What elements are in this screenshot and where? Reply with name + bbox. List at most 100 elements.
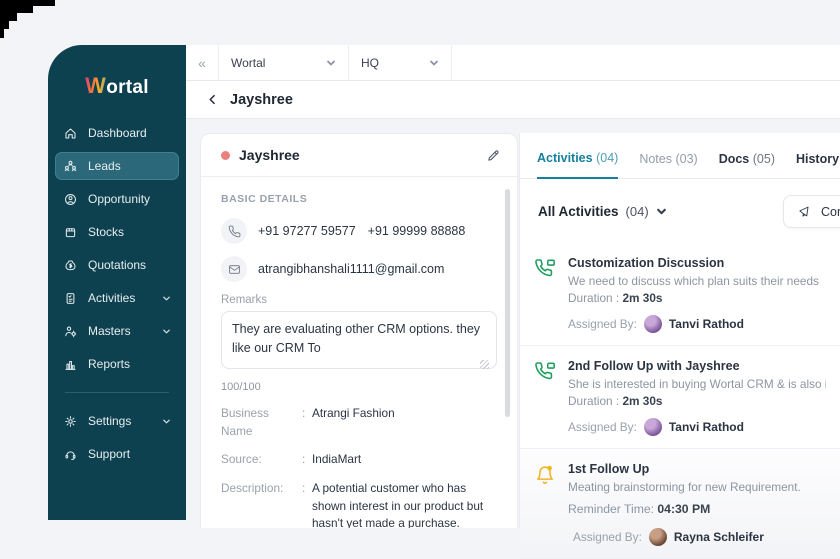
sidebar-item-label: Dashboard	[88, 126, 147, 140]
topbar: « Wortal HQ	[186, 45, 840, 81]
tab-count: (03)	[675, 152, 698, 166]
assignee-name: Tanvi Rathod	[668, 420, 744, 434]
activity-description: We need to discuss which plan suits thei…	[568, 274, 819, 288]
assigned-row: Assigned By: Rayna Schleifer	[573, 528, 826, 546]
tab-docs[interactable]: Docs (05)	[719, 152, 775, 178]
chevron-down-icon	[656, 208, 666, 214]
pencil-icon	[488, 149, 499, 161]
resize-handle[interactable]	[480, 360, 489, 369]
tab-label: Docs	[718, 152, 750, 166]
call-icon	[534, 361, 556, 383]
wortal-logo: Wortal	[48, 73, 186, 99]
basic-details-heading: BASIC DETAILS	[221, 193, 308, 205]
contact-name: Jayshree	[239, 147, 300, 163]
edit-contact-button[interactable]	[486, 148, 501, 163]
workspace-select[interactable]: Wortal	[219, 45, 349, 80]
sidebar-item-label: Masters	[88, 324, 131, 338]
lead-status-dot	[221, 150, 230, 160]
activity-meta: Reminder Time: 04:30 PM	[568, 502, 826, 516]
filter-label: All Activities	[538, 203, 619, 219]
sidebar-item-dashboard[interactable]: Dashboard	[55, 119, 179, 147]
sidebar-divider	[65, 392, 169, 393]
branch-select[interactable]: HQ	[349, 45, 452, 80]
meta-value: 2m 30s	[622, 394, 663, 408]
reports-icon	[65, 360, 76, 370]
leads-icon	[64, 160, 77, 171]
tab-activities[interactable]: Activities (04)	[537, 151, 619, 179]
tab-history[interactable]: History (04)	[796, 152, 840, 178]
activity-meta: Duration : 2m 30s	[568, 394, 826, 408]
assigned-row: Assigned By: Tanvi Rathod	[568, 315, 826, 333]
sidebar-item-activities[interactable]: Activities	[55, 284, 179, 312]
collapse-sidebar-button[interactable]: «	[186, 45, 219, 80]
quotations-icon	[65, 259, 76, 270]
activity-item[interactable]: 1st Follow Up Meating brainstorming for …	[520, 449, 840, 559]
assigned-row: Assigned By: Tanvi Rathod	[568, 418, 826, 436]
contact-email: atrangibhanshali1111@gmail.com	[258, 262, 445, 276]
sidebar-item-label: Settings	[88, 414, 132, 428]
phone-primary: +91 97277 59577	[258, 224, 356, 238]
chevron-left-icon	[209, 94, 215, 105]
field-label: Source:	[221, 452, 262, 467]
phone-icon	[221, 218, 247, 244]
field-label: Business Name	[221, 406, 269, 438]
activity-panel: Activities (04) Notes (03) Docs (05) His…	[519, 133, 840, 559]
tab-label: History	[795, 152, 840, 166]
sidebar-item-stocks[interactable]: Stocks	[55, 218, 179, 246]
chevron-down-icon	[163, 296, 170, 300]
meta-label: Reminder Time:	[568, 502, 655, 516]
page-header: Jayshree	[186, 81, 840, 119]
phone-row: +91 97277 59577 +91 99999 88888	[221, 218, 495, 244]
workspace-value: Wortal	[231, 55, 266, 70]
avatar	[643, 418, 662, 436]
gear-icon	[65, 415, 76, 427]
chevron-down-icon	[430, 60, 438, 65]
meta-label: Duration :	[568, 291, 620, 305]
envelope-icon	[221, 256, 247, 282]
card-scrollbar[interactable]	[505, 189, 510, 417]
activity-item[interactable]: Customization Discussion We need to disc…	[520, 243, 840, 346]
meta-value: 2m 30s	[622, 291, 663, 305]
branch-value: HQ	[361, 55, 379, 70]
opportunity-icon	[65, 193, 76, 205]
assigned-label: Assigned By:	[573, 530, 642, 544]
field-source: Source: : IndiaMart	[221, 451, 495, 469]
sidebar-item-masters[interactable]: Masters	[55, 317, 179, 345]
field-value: Atrangi Fashion	[312, 406, 395, 420]
activity-title: 2nd Follow Up with Jayshree	[568, 359, 740, 373]
sidebar-item-label: Opportunity	[88, 192, 151, 206]
assignee-name: Tanvi Rathod	[668, 317, 744, 331]
field-separator: :	[302, 406, 306, 420]
activity-title: 1st Follow Up	[568, 462, 650, 476]
activity-description: She is interested in buying Wortal CRM &…	[568, 377, 826, 391]
sidebar-item-support[interactable]: Support	[55, 440, 179, 468]
masters-icon	[65, 326, 77, 337]
home-icon	[65, 127, 76, 139]
sidebar-item-quotations[interactable]: Quotations	[55, 251, 179, 279]
field-separator: :	[302, 481, 306, 496]
meta-value: 04:30 PM	[657, 502, 711, 516]
sidebar-item-settings[interactable]: Settings	[55, 407, 179, 435]
sidebar-item-reports[interactable]: Reports	[55, 350, 179, 378]
sidebar-item-label: Leads	[88, 159, 121, 173]
communication-button[interactable]: Communication	[783, 195, 840, 228]
remarks-textarea[interactable]: They are evaluating other CRM options. t…	[221, 311, 497, 369]
sidebar-item-leads[interactable]: Leads	[55, 152, 179, 180]
all-activities-dropdown[interactable]: All Activities (04)	[538, 204, 667, 219]
sidebar-item-opportunity[interactable]: Opportunity	[55, 185, 179, 213]
filter-count: (04)	[625, 203, 649, 219]
contact-card: Jayshree BASIC DETAILS +91 97277 59577 +9…	[200, 133, 518, 528]
logo-w: W	[85, 73, 107, 98]
activity-item[interactable]: 2nd Follow Up with Jayshree She is inter…	[520, 346, 840, 449]
avatar	[643, 315, 662, 333]
assigned-label: Assigned By:	[568, 420, 637, 434]
chevron-down-icon	[163, 329, 170, 333]
communication-button-label: Communication	[821, 204, 840, 219]
back-button[interactable]	[206, 92, 222, 108]
filter-row: All Activities (04) Communication	[520, 179, 840, 243]
contact-phones: +91 97277 59577 +91 99999 88888	[258, 224, 465, 238]
field-label: Description:	[221, 481, 284, 496]
sidebar-item-label: Activities	[88, 291, 136, 305]
tab-notes[interactable]: Notes (03)	[639, 152, 697, 178]
field-business-name: Business Name : Atrangi Fashion	[221, 405, 495, 440]
